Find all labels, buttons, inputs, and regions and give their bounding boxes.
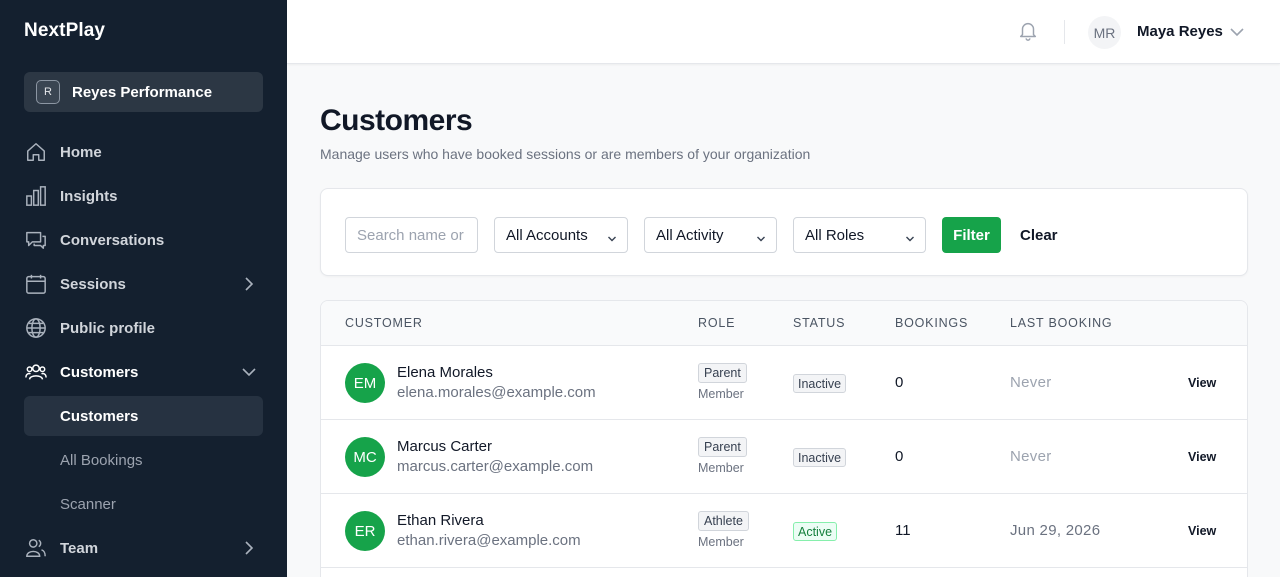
page-title: Customers [320, 104, 473, 137]
avatar: MC [345, 437, 385, 477]
customer-name: Elena Morales [397, 364, 493, 381]
sidebar-item-public-profile[interactable]: Public profile [24, 308, 263, 348]
column-header: ROLE [698, 316, 736, 330]
top-bar: MR Maya Reyes [287, 0, 1280, 64]
avatar: ER [345, 511, 385, 551]
chevron-down-icon [905, 231, 915, 248]
sidebar-item-label: Home [60, 143, 102, 161]
table-row: MC Marcus Carter marcus.carter@example.c… [321, 420, 1247, 494]
bell-icon[interactable] [1017, 20, 1039, 47]
role-badge: Parent [698, 437, 747, 457]
sidebar-item-team[interactable]: Team [24, 528, 263, 568]
chevron-right-icon [241, 540, 257, 560]
customer-email: marcus.carter@example.com [397, 458, 594, 475]
user-name[interactable]: Maya Reyes [1137, 23, 1223, 40]
last-booking: Jun 29, 2026 [1010, 522, 1101, 539]
sidebar-item-label: Public profile [60, 319, 156, 337]
page-subtitle: Manage users who have booked sessions or… [320, 146, 811, 162]
globe-icon [24, 316, 48, 340]
roles-select-value: All Roles [805, 226, 865, 244]
customer-email: ethan.rivera@example.com [397, 532, 581, 549]
org-name: Reyes Performance [72, 83, 213, 101]
chevron-down-icon [756, 231, 766, 248]
filter-button[interactable]: Filter [942, 217, 1001, 253]
chevron-right-icon [241, 276, 257, 296]
role-membership: Member [698, 387, 744, 401]
activity-select[interactable]: All Activity [644, 217, 777, 253]
sidebar-item-customers[interactable]: Customers [24, 352, 263, 392]
org-badge: R [36, 80, 60, 104]
column-header: STATUS [793, 316, 846, 330]
role-membership: Member [698, 461, 744, 475]
sidebar-subitem-all-bookings[interactable]: All Bookings [24, 440, 263, 480]
role-badge: Parent [698, 363, 747, 383]
view-link[interactable]: View [1188, 524, 1216, 538]
chat-icon [24, 228, 48, 252]
sidebar-item-label: Customers [60, 363, 139, 381]
sidebar-item-label: Sessions [60, 275, 126, 293]
sidebar-item-insights[interactable]: Insights [24, 176, 263, 216]
status-badge: Active [793, 522, 838, 541]
status-badge: Inactive [793, 448, 847, 467]
last-booking: Never [1010, 448, 1052, 465]
customer-name: Marcus Carter [397, 438, 493, 455]
search-input[interactable] [345, 217, 478, 253]
calendar-icon [24, 272, 48, 296]
users-icon [24, 360, 48, 384]
home-icon [24, 140, 48, 164]
bookings-count: 0 [895, 374, 904, 391]
column-header: CUSTOMER [345, 316, 423, 330]
sidebar: NextPlay R Reyes Performance Home Insigh… [0, 0, 287, 577]
team-icon [24, 536, 48, 560]
sidebar-subitem-customers[interactable]: Customers [24, 396, 263, 436]
sidebar-item-label: Insights [60, 187, 118, 205]
activity-select-value: All Activity [656, 226, 724, 244]
header-divider [1064, 20, 1065, 44]
table-row: ER Ethan Rivera ethan.rivera@example.com… [321, 494, 1247, 568]
brand-logo: NextPlay [24, 20, 106, 41]
accounts-select-value: All Accounts [506, 226, 588, 244]
view-link[interactable]: View [1188, 376, 1216, 390]
table-header: CUSTOMER ROLE STATUS BOOKINGS LAST BOOKI… [321, 301, 1247, 346]
accounts-select[interactable]: All Accounts [494, 217, 628, 253]
bookings-count: 11 [895, 522, 911, 539]
status-badge: Inactive [793, 374, 847, 393]
sidebar-item-conversations[interactable]: Conversations [24, 220, 263, 260]
role-badge: Athlete [698, 511, 749, 531]
bookings-count: 0 [895, 448, 904, 465]
customer-email: elena.morales@example.com [397, 384, 596, 401]
chevron-down-icon [241, 364, 257, 384]
role-membership: Member [698, 535, 744, 549]
table-row: EM Elena Morales elena.morales@example.c… [321, 346, 1247, 420]
sidebar-subitem-scanner[interactable]: Scanner [24, 484, 263, 524]
chevron-down-icon[interactable] [1229, 24, 1245, 45]
sidebar-item-label: Team [60, 539, 99, 557]
roles-select[interactable]: All Roles [793, 217, 926, 253]
last-booking: Never [1010, 374, 1052, 391]
bar-chart-icon [24, 184, 48, 208]
view-link[interactable]: View [1188, 450, 1216, 464]
customer-name: Ethan Rivera [397, 512, 484, 529]
chevron-down-icon [607, 231, 617, 248]
clear-button[interactable]: Clear [1020, 217, 1058, 253]
avatar[interactable]: MR [1088, 16, 1121, 49]
customers-table: CUSTOMER ROLE STATUS BOOKINGS LAST BOOKI… [320, 300, 1248, 577]
column-header: LAST BOOKING [1010, 316, 1113, 330]
filter-bar: All Accounts All Activity All Roles Filt… [320, 188, 1248, 276]
sidebar-item-home[interactable]: Home [24, 132, 263, 172]
sidebar-item-label: Conversations [60, 231, 165, 249]
column-header: BOOKINGS [895, 316, 969, 330]
org-switcher[interactable]: R Reyes Performance [24, 72, 263, 112]
sidebar-item-sessions[interactable]: Sessions [24, 264, 263, 304]
avatar: EM [345, 363, 385, 403]
